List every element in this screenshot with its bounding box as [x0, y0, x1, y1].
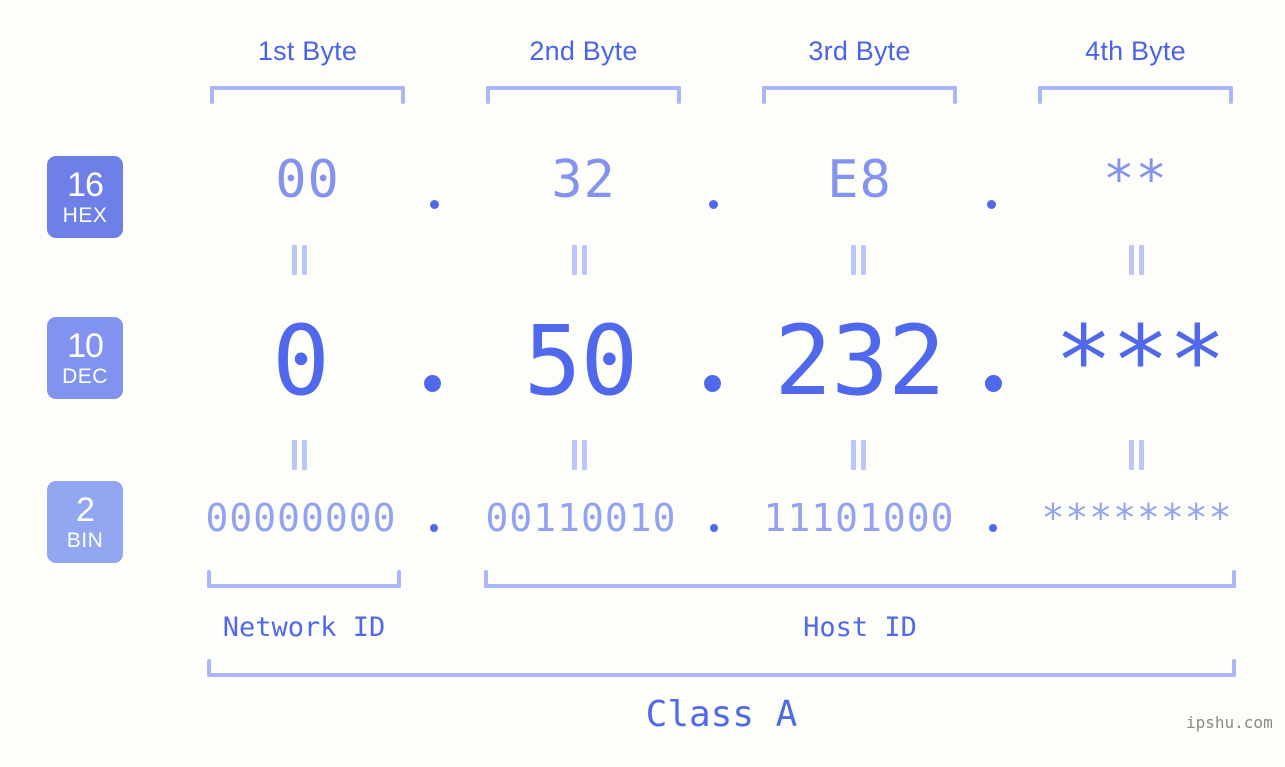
watermark: ipshu.com	[1186, 713, 1273, 732]
equals-symbol-hex-dec-3	[850, 245, 867, 275]
bin-separator-dot-3	[989, 524, 997, 532]
class-label: Class A	[645, 694, 798, 735]
class-bracket	[207, 659, 1236, 677]
network-id-bracket	[207, 570, 401, 588]
byte-header-label-4: 4th Byte	[1085, 36, 1186, 66]
host-id-bracket	[484, 570, 1236, 588]
hex-separator-dot-2	[709, 200, 718, 209]
equals-symbol-hex-dec-4	[1128, 245, 1145, 275]
hex-value-byte-2: 32	[551, 150, 616, 210]
base-badge-hex-name: HEX	[62, 204, 108, 227]
byte-bracket-4	[1038, 86, 1233, 104]
equals-symbol-hex-dec-2	[571, 245, 588, 275]
base-badge-dec-name: DEC	[62, 365, 108, 388]
hex-value-byte-3: E8	[827, 150, 892, 210]
base-badge-bin-number: 2	[76, 491, 95, 529]
byte-bracket-3	[762, 86, 957, 104]
dec-value-byte-3: 232	[774, 305, 945, 417]
equals-symbol-dec-bin-1	[291, 440, 308, 470]
base-badge-dec: 10 DEC	[47, 317, 123, 399]
hex-value-byte-4: **	[1103, 150, 1168, 210]
bin-value-byte-1: 00000000	[205, 496, 397, 540]
bin-value-byte-2: 00110010	[485, 496, 677, 540]
byte-header-label-2: 2nd Byte	[529, 36, 638, 66]
equals-symbol-dec-bin-4	[1128, 440, 1145, 470]
equals-symbol-hex-dec-1	[291, 245, 308, 275]
byte-header-label-3: 3rd Byte	[808, 36, 911, 66]
equals-symbol-dec-bin-2	[571, 440, 588, 470]
base-badge-bin: 2 BIN	[47, 481, 123, 563]
byte-bracket-2	[486, 86, 681, 104]
base-badge-bin-name: BIN	[66, 529, 104, 552]
dec-value-byte-4: ***	[1054, 305, 1226, 417]
base-badge-dec-number: 10	[67, 327, 104, 365]
dec-value-byte-2: 50	[523, 305, 639, 417]
dec-value-byte-1: 0	[272, 305, 330, 417]
dec-separator-dot-1	[424, 375, 441, 392]
dec-separator-dot-3	[985, 375, 1002, 392]
hex-separator-dot-1	[430, 200, 439, 209]
bin-separator-dot-1	[430, 524, 438, 532]
equals-symbol-dec-bin-3	[850, 440, 867, 470]
byte-header-label-1: 1st Byte	[257, 36, 358, 66]
byte-bracket-1	[210, 86, 405, 104]
hex-separator-dot-3	[987, 200, 996, 209]
bin-separator-dot-2	[710, 524, 718, 532]
base-badge-hex-number: 16	[67, 166, 104, 204]
hex-value-byte-1: 00	[275, 150, 340, 210]
network-id-label: Network ID	[222, 612, 386, 643]
base-badge-hex: 16 HEX	[47, 156, 123, 238]
dec-separator-dot-2	[704, 375, 721, 392]
bin-value-byte-4: ********	[1041, 496, 1233, 540]
bin-value-byte-3: 11101000	[763, 496, 955, 540]
host-id-label: Host ID	[803, 612, 917, 643]
ip-byte-breakdown-diagram: 1st Byte 2nd Byte 3rd Byte 4th Byte 16 H…	[0, 0, 1285, 767]
